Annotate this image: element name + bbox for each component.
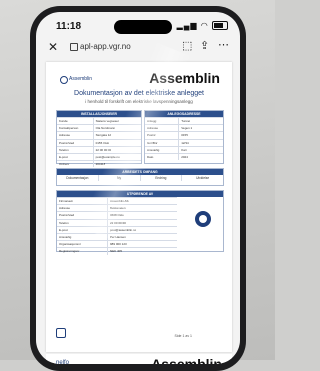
table-row: Dato 2024: [145, 152, 223, 161]
page-number: Side 1 av 1: [174, 334, 192, 338]
contractor-panel: UTFØRENDE AV Firmanavn Assemblin AS Adres…: [56, 190, 224, 255]
certification-seal-icon: [195, 211, 211, 227]
table-row: Organisasjonsnr 989 000 123: [57, 240, 177, 248]
browser-toolbar: ✕ apl-app.vgr.no ⬚ ⇪ ⋯: [36, 38, 240, 58]
table-row: Telefon 22 00 00 00: [57, 218, 177, 226]
table-row: Ordrenr 204118: [57, 160, 141, 168]
table-row: Postnr/sted 0155 Oslo: [57, 138, 141, 146]
nelfo-logo: nelfo: [56, 360, 70, 364]
table-row: Ansvarlig Per Hansen: [57, 232, 177, 241]
table-row: Registreringsnr NEK 405: [57, 247, 177, 255]
object-panel: ANLEGGSADRESSE Anlegg Tunnel Adresse Vegen…: [144, 110, 224, 164]
footer-logo-icon: [56, 328, 66, 338]
table-row: Gnr/Bnr 12/34: [145, 138, 223, 146]
table-row: Anlegg Tunnel: [145, 117, 223, 125]
phone-screen: 11:18 ▂▄▆ ◠ ✕ apl-app.vgr.no ⬚ ⇪ ⋯ Assem…: [36, 12, 240, 364]
next-brand-title: Assemblin: [151, 356, 222, 364]
status-icons: ▂▄▆ ◠: [176, 21, 228, 31]
bookmark-icon[interactable]: ⬚: [182, 39, 192, 52]
status-bar: 11:18 ▂▄▆ ◠: [36, 12, 240, 36]
work-scope-row: Dokumentasjon Ny Endring Utvidelse: [57, 175, 223, 181]
logo-word: Assemblin: [69, 76, 93, 82]
logo-mark-icon: [60, 76, 68, 84]
document-subtitle: i henhold til forskrift om elektriske la…: [85, 99, 193, 104]
table-row: Postnr/sted 0668 Oslo: [57, 211, 177, 219]
url-field[interactable]: apl-app.vgr.no: [80, 42, 131, 51]
close-icon[interactable]: ✕: [48, 40, 58, 54]
brand-title: Assemblin: [149, 70, 220, 86]
lock-icon: [70, 43, 78, 51]
battery-icon: [212, 21, 228, 31]
table-row: Adresse Storgata 12: [57, 131, 141, 139]
table-row: Telefon 22 00 00 00: [57, 145, 141, 153]
table-row: Adresse Vegen 1: [145, 124, 223, 132]
next-document-page: nelfo Assemblin: [46, 354, 232, 364]
installer-panel: INSTALLASJONSEIER Kunde Statens vegvesen …: [56, 110, 142, 168]
company-logo: Assemblin: [60, 76, 92, 84]
table-row: E-post post@example.no: [57, 152, 141, 161]
table-row: Adresse Bekkeveien: [57, 204, 177, 212]
document-title: Dokumentasjon av det elektriske anlegget: [74, 90, 204, 97]
table-row: Ansvarlig Kari: [145, 145, 223, 153]
clock: 11:18: [56, 21, 82, 32]
table-row: Kontaktperson Ola Nordmann: [57, 124, 141, 132]
table-row: Postnr 0155: [145, 131, 223, 139]
share-icon[interactable]: ⇪: [200, 39, 209, 52]
table-row: Kunde Statens vegvesen: [57, 117, 141, 125]
more-icon[interactable]: ⋯: [218, 38, 229, 51]
wifi-icon: ◠: [200, 21, 209, 30]
table-row: E-post post@assemblin.no: [57, 225, 177, 233]
document-page: Assemblin Assemblin Dokumentasjon av det…: [46, 62, 232, 352]
signal-icon: ▂▄▆: [176, 21, 198, 30]
dynamic-island: [114, 20, 172, 34]
work-panel: ARBEIDETS OMFANG Dokumentasjon Ny Endrin…: [56, 168, 224, 186]
table-row: Firmanavn Assemblin AS: [57, 197, 177, 205]
